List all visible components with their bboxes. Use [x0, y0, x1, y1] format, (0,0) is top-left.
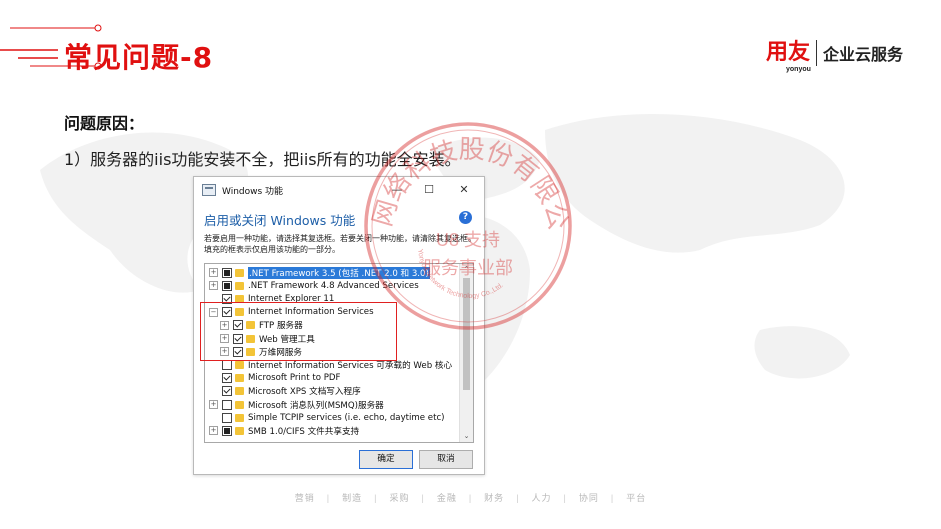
- feature-checkbox[interactable]: [222, 399, 232, 410]
- footer-item[interactable]: 采购: [389, 493, 409, 503]
- feature-row[interactable]: + SMB 1.0/CIFS 文件共享支持: [209, 424, 359, 437]
- footer-item[interactable]: 平台: [626, 493, 646, 503]
- feature-checkbox[interactable]: [222, 373, 232, 384]
- window-title: Windows 功能: [222, 186, 284, 197]
- footer-item[interactable]: 金融: [437, 493, 457, 503]
- brand-logo-sub: yonyou: [786, 66, 811, 73]
- feature-checkbox[interactable]: [222, 425, 232, 436]
- footer-separator: |: [468, 493, 473, 503]
- expand-icon[interactable]: +: [209, 268, 218, 277]
- feature-label: SMB 1.0/CIFS 文件共享支持: [248, 426, 360, 437]
- footer-item[interactable]: 制造: [342, 493, 362, 503]
- maximize-button[interactable]: ☐: [415, 181, 443, 199]
- feature-label: Microsoft XPS 文档写入程序: [248, 387, 361, 398]
- folder-icon: [235, 400, 244, 409]
- feature-row[interactable]: Microsoft Print to PDF: [209, 372, 340, 385]
- folder-icon: [235, 426, 244, 435]
- feature-checkbox[interactable]: [222, 267, 232, 278]
- brand-logo: 用友: [766, 40, 811, 65]
- feature-checkbox[interactable]: [222, 359, 232, 370]
- minimize-button[interactable]: —: [383, 181, 411, 199]
- folder-icon: [235, 281, 244, 290]
- folder-icon: [235, 374, 244, 383]
- close-button[interactable]: ✕: [450, 181, 478, 199]
- expand-icon[interactable]: +: [209, 426, 218, 436]
- slide-title: 常见问题-8: [64, 41, 214, 74]
- feature-row[interactable]: + .NET Framework 4.8 Advanced Services: [209, 279, 419, 292]
- feature-label: Microsoft 消息队列(MSMQ)服务器: [248, 400, 384, 411]
- footer-separator: |: [374, 493, 378, 503]
- feature-row[interactable]: Simple TCPIP services (i.e. echo, daytim…: [209, 411, 445, 424]
- folder-icon: [235, 413, 244, 422]
- step-text: 1）服务器的iis功能安装不全，把iis所有的功能全安装。: [64, 150, 461, 169]
- footer-separator: |: [326, 493, 331, 503]
- expand-icon[interactable]: +: [209, 400, 218, 409]
- scroll-up-arrow[interactable]: ⌃: [460, 265, 473, 273]
- window-icon: [202, 184, 216, 196]
- brand-separator: [816, 40, 818, 66]
- footer-item[interactable]: 协同: [579, 493, 599, 503]
- footer-nav: 营销 | 制造 | 采购 | 金融 | 财务 | 人力 | 协同 | 平台: [0, 491, 941, 504]
- feature-label: Simple TCPIP services (i.e. echo, daytim…: [248, 412, 445, 423]
- footer-item[interactable]: 财务: [484, 493, 504, 503]
- feature-checkbox[interactable]: [222, 280, 232, 291]
- expand-icon[interactable]: +: [209, 281, 218, 291]
- cancel-button[interactable]: 取消: [419, 450, 473, 469]
- dialog-heading: 启用或关闭 Windows 功能: [204, 213, 356, 228]
- feature-checkbox[interactable]: [222, 412, 232, 423]
- folder-icon: [235, 387, 244, 396]
- footer-separator: |: [516, 493, 520, 503]
- feature-label: .NET Framework 3.5 (包括 .NET 2.0 和 3.0): [248, 266, 430, 279]
- footer-item[interactable]: 人力: [532, 493, 552, 503]
- footer-separator: |: [610, 493, 615, 503]
- footer-separator: |: [421, 493, 425, 503]
- feature-row[interactable]: + .NET Framework 3.5 (包括 .NET 2.0 和 3.0): [209, 266, 430, 279]
- feature-label: Microsoft Print to PDF: [248, 373, 341, 384]
- folder-icon: [235, 360, 244, 369]
- dialog-titlebar[interactable]: Windows 功能 — ☐ ✕: [194, 177, 484, 203]
- feature-label: .NET Framework 4.8 Advanced Services: [248, 280, 419, 291]
- footer-item[interactable]: 营销: [295, 493, 315, 503]
- dialog-description: 若要启用一种功能，请选择其复选框。若要关闭一种功能，请清除其复选框。填充的框表示…: [204, 234, 476, 254]
- scroll-thumb[interactable]: [463, 278, 470, 390]
- feature-row[interactable]: Microsoft XPS 文档写入程序: [209, 385, 361, 398]
- ok-button[interactable]: 确定: [359, 450, 413, 469]
- tree-scrollbar[interactable]: ⌃ ⌄: [459, 264, 473, 442]
- folder-icon: [235, 268, 244, 277]
- help-icon[interactable]: ?: [459, 211, 472, 224]
- cause-heading: 问题原因：: [64, 114, 145, 133]
- iis-highlight-box: [200, 302, 397, 361]
- brand-text: 企业云服务: [823, 45, 904, 64]
- feature-checkbox[interactable]: [222, 386, 232, 397]
- footer-separator: |: [563, 493, 567, 503]
- feature-row[interactable]: + Microsoft 消息队列(MSMQ)服务器: [209, 398, 384, 411]
- scroll-down-arrow[interactable]: ⌄: [460, 432, 473, 440]
- brand-logo-group: 用友 yonyou 企业云服务: [766, 40, 904, 73]
